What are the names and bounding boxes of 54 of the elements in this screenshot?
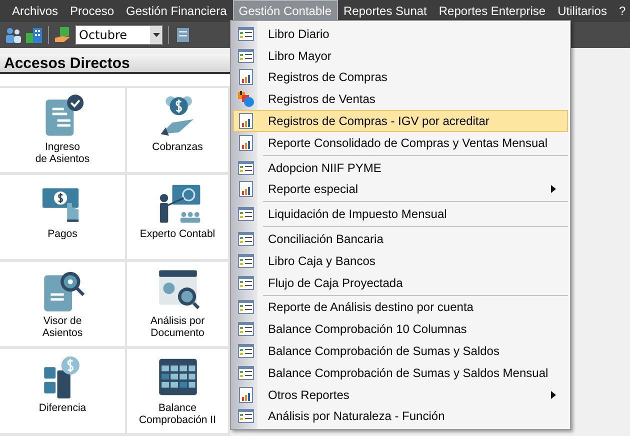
menu-item[interactable]: Reporte de Análisis destino por cuenta	[233, 296, 568, 318]
list-form-icon	[238, 274, 254, 291]
menu-title[interactable]: Reportes Sunat	[338, 0, 433, 22]
menu-item[interactable]: Liquidación de Impuesto Mensual	[233, 203, 568, 226]
menu-item[interactable]: Reporte especial	[233, 178, 568, 200]
menu-item[interactable]: Libro Diario	[233, 23, 568, 45]
list-form-icon	[238, 299, 254, 316]
menu-item[interactable]: Registros de Compras - IGV por acreditar	[233, 110, 568, 132]
menu-item[interactable]: Registros de Ventas	[233, 88, 568, 110]
document-icon[interactable]	[174, 26, 192, 44]
list-form-icon	[238, 321, 254, 338]
menu-item[interactable]: Libro Caja y Bancos	[233, 250, 568, 272]
shortcut-tile[interactable]: Ingreso de Asientos	[0, 88, 127, 175]
menu-item[interactable]: Balance Comprobación de Sumas y Saldos Mensual	[233, 362, 568, 384]
menu-item[interactable]: Flujo de Caja Proyectada	[233, 272, 568, 294]
list-form-icon	[238, 364, 254, 381]
list-form-icon	[238, 408, 254, 424]
menu-item[interactable]: Balance Comprobación de Sumas y Saldos	[233, 340, 568, 362]
building-icon[interactable]	[25, 26, 43, 44]
shortcut-tile[interactable]: Pagos	[0, 175, 127, 262]
menu-item[interactable]: Libro Mayor	[233, 44, 568, 67]
menu-title[interactable]: Archivos	[6, 0, 64, 22]
bar-chart-document-icon	[238, 386, 254, 403]
menu-item[interactable]: Reporte Consolidado de Compras y Ventas Mensual	[233, 132, 568, 154]
menu-title[interactable]: Utilitarios	[552, 0, 613, 22]
menu-title[interactable]: Proceso	[64, 0, 120, 22]
list-form-icon	[238, 206, 254, 222]
people-icon[interactable]	[4, 26, 22, 44]
menu-item[interactable]: Análisis por Naturaleza - Función	[233, 406, 568, 428]
menu-title[interactable]: ?	[612, 0, 630, 22]
menu-item[interactable]: Balance Comprobación 10 Columnas	[233, 318, 568, 340]
stacked-forms-icon	[238, 91, 254, 108]
menu-item[interactable]: Registros de Compras	[233, 66, 568, 88]
menu-item[interactable]: Adopcion NIIF PYME	[233, 156, 568, 179]
menu-title[interactable]: Gestión Financiera	[120, 0, 233, 22]
menu-item[interactable]: Conciliación Bancaria	[233, 228, 568, 250]
list-form-icon	[238, 252, 254, 269]
list-form-icon	[238, 343, 254, 360]
shortcut-tile[interactable]: Diferencia	[0, 349, 127, 436]
list-form-icon	[238, 48, 254, 64]
panel-title: Accesos Directos	[0, 54, 230, 74]
bar-chart-document-icon	[238, 134, 254, 151]
list-form-icon	[238, 231, 254, 248]
list-form-icon	[238, 160, 254, 176]
list-form-icon	[238, 26, 254, 42]
dropdown-arrow-icon	[152, 33, 160, 37]
bar-chart-document-icon	[238, 181, 254, 198]
menu-title[interactable]: Reportes Enterprise	[432, 0, 552, 22]
bar-chart-document-icon	[238, 113, 254, 130]
month-dropdown[interactable]: Octubre	[75, 25, 163, 45]
hand-card-icon[interactable]	[54, 26, 72, 44]
shortcut-tile[interactable]: Visor de Asientos	[0, 262, 127, 349]
menu-item[interactable]: Otros Reportes	[233, 384, 568, 406]
bar-chart-document-icon	[238, 69, 254, 86]
